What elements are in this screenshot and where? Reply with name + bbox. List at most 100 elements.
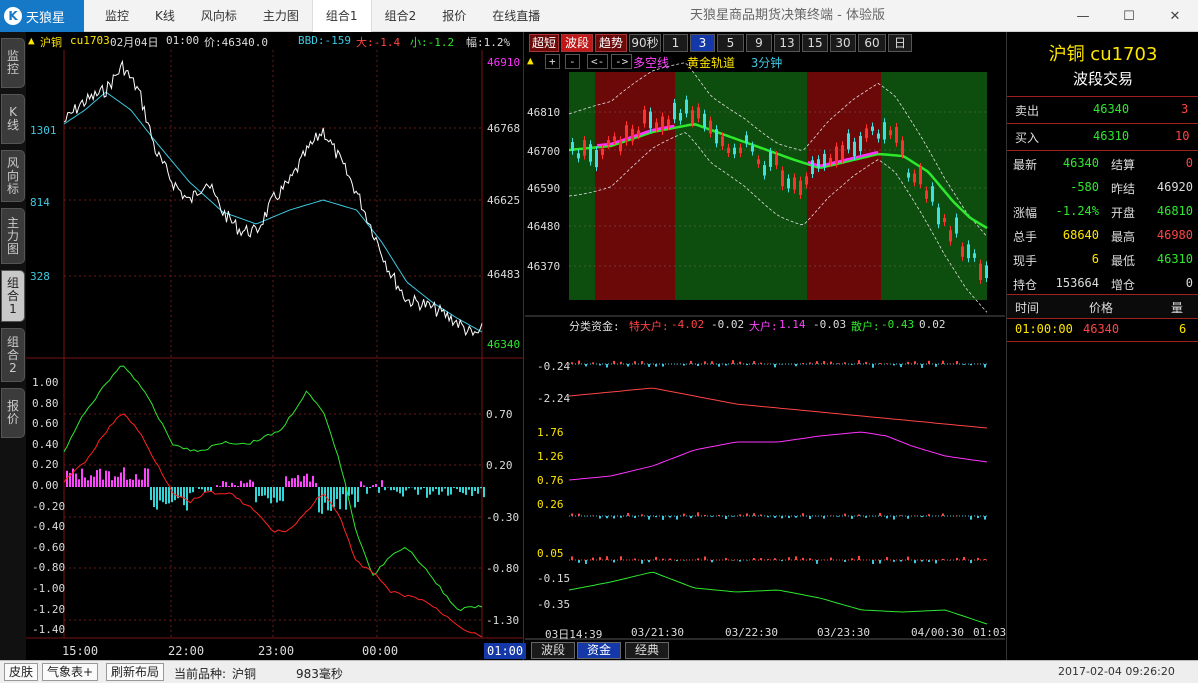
candle-body bbox=[979, 263, 982, 280]
refresh-layout-button[interactable]: 刷新布局 bbox=[106, 663, 165, 681]
histogram-bar bbox=[384, 487, 386, 491]
candle-body bbox=[967, 244, 970, 259]
bottom-tab-1[interactable]: 资金 bbox=[577, 642, 621, 659]
maximize-button[interactable]: ☐ bbox=[1106, 0, 1152, 32]
indicator-axis-left-label: -1.40 bbox=[32, 623, 66, 637]
close-button[interactable]: ✕ bbox=[1152, 0, 1198, 32]
histogram-bar bbox=[438, 487, 440, 495]
buy-row[interactable]: 买入 46310 10 bbox=[1007, 125, 1198, 149]
funds-flow-bar bbox=[809, 516, 811, 519]
funds-big-label: 大户: bbox=[749, 320, 778, 333]
quote-label: 涨幅 bbox=[1013, 206, 1038, 220]
funds-flow-bar bbox=[732, 360, 734, 364]
menu-item-7[interactable]: 在线直播 bbox=[479, 0, 553, 32]
histogram-bar bbox=[87, 480, 89, 487]
histogram-bar bbox=[330, 487, 332, 511]
funds-flow-bar bbox=[683, 513, 685, 516]
candle-body bbox=[769, 151, 772, 167]
trade-time: 01:00:00 bbox=[1015, 322, 1073, 336]
funds-flow-bar bbox=[830, 361, 832, 364]
menu-item-4[interactable]: 组合1 bbox=[311, 0, 372, 32]
menu-item-6[interactable]: 报价 bbox=[429, 0, 479, 32]
funds-flow-bar bbox=[697, 512, 699, 516]
histogram-bar bbox=[291, 478, 293, 487]
chart-control-0[interactable]: ▲ bbox=[527, 54, 534, 67]
left-tab-1[interactable]: K线 bbox=[1, 94, 25, 144]
histogram-bar bbox=[108, 471, 110, 487]
histogram-bar bbox=[264, 487, 266, 496]
left-tab-5[interactable]: 组合2 bbox=[1, 328, 25, 382]
quote-value: 46310 bbox=[1156, 252, 1193, 266]
histogram-bar bbox=[399, 487, 401, 494]
candle-body bbox=[925, 190, 928, 199]
histogram-bar bbox=[132, 479, 134, 487]
band-chart-svg[interactable] bbox=[525, 32, 1005, 660]
chart-instrument-name: 沪铜 bbox=[40, 36, 62, 49]
funds-flow-bar bbox=[928, 360, 930, 364]
funds-flow-bar bbox=[655, 364, 657, 367]
quote-label: 开盘 bbox=[1111, 206, 1136, 220]
funds-flow-bar bbox=[641, 361, 643, 364]
candle-body bbox=[895, 126, 898, 143]
app-logo[interactable]: K 天狼星 bbox=[0, 0, 84, 32]
chart-control-2[interactable]: - bbox=[565, 54, 580, 69]
divider bbox=[1007, 150, 1198, 151]
funds-flow-bar bbox=[711, 516, 713, 517]
histogram-bar bbox=[351, 487, 353, 495]
sell-price: 46340 bbox=[1093, 102, 1130, 116]
histogram-bar bbox=[285, 476, 287, 487]
funds-flow-bar bbox=[753, 361, 755, 364]
left-tab-3[interactable]: 主力图 bbox=[1, 208, 25, 264]
weather-button[interactable]: 气象表+ bbox=[42, 663, 99, 681]
buy-price: 46310 bbox=[1093, 129, 1130, 143]
minimize-button[interactable]: — bbox=[1060, 0, 1106, 32]
histogram-bar bbox=[189, 487, 191, 494]
funds-flow-bar bbox=[634, 558, 636, 560]
candle-body bbox=[667, 119, 670, 127]
left-tab-6[interactable]: 报价 bbox=[1, 388, 25, 438]
candle-body bbox=[973, 253, 976, 258]
funds-tbig-line bbox=[568, 387, 988, 429]
trade-row[interactable]: 01:00:00 46340 6 bbox=[1007, 318, 1198, 342]
candle-body bbox=[727, 147, 730, 154]
histogram-bar bbox=[414, 487, 416, 490]
left-tab-4[interactable]: 组合1 bbox=[1, 270, 25, 322]
legend-period: 3分钟 bbox=[751, 56, 783, 70]
bottom-tab-0[interactable]: 波段 bbox=[531, 642, 575, 659]
funds-flow-bar bbox=[634, 361, 636, 364]
menu-item-0[interactable]: 监控 bbox=[92, 0, 142, 32]
candle-body bbox=[703, 113, 706, 128]
menu-item-1[interactable]: K线 bbox=[142, 0, 188, 32]
histogram-bar bbox=[297, 475, 299, 487]
funds-flow-bar bbox=[900, 560, 902, 562]
divider bbox=[1007, 123, 1198, 124]
quote-value: -580 bbox=[1070, 180, 1099, 194]
intraday-chart-svg[interactable] bbox=[26, 32, 524, 660]
quote-label: 最新 bbox=[1013, 158, 1038, 172]
funds-flow-bar bbox=[858, 514, 860, 516]
funds-flow-bar bbox=[900, 515, 902, 516]
histogram-bar bbox=[294, 478, 296, 487]
funds-flow-bar bbox=[669, 558, 671, 560]
menu-item-5[interactable]: 组合2 bbox=[372, 0, 430, 32]
indicator-axis-left-label: -0.60 bbox=[32, 540, 66, 554]
menu-item-3[interactable]: 主力图 bbox=[250, 0, 312, 32]
histogram-bar bbox=[474, 487, 476, 491]
funds-flow-bar bbox=[795, 364, 797, 367]
chart-control-1[interactable]: + bbox=[545, 54, 560, 69]
skin-button[interactable]: 皮肤 bbox=[4, 663, 39, 681]
bottom-tab-2[interactable]: 经典 bbox=[625, 642, 669, 659]
chart-control-3[interactable]: <- bbox=[587, 54, 609, 69]
menu-item-2[interactable]: 风向标 bbox=[188, 0, 250, 32]
left-tab-2[interactable]: 风向标 bbox=[1, 150, 25, 202]
histogram-bar bbox=[450, 487, 452, 495]
funds-axis-label: 1.26 bbox=[537, 450, 564, 463]
chart-control-4[interactable]: -> bbox=[611, 54, 633, 69]
funds-flow-bar bbox=[711, 560, 713, 563]
sell-row[interactable]: 卖出 46340 3 bbox=[1007, 98, 1198, 122]
histogram-bar bbox=[81, 468, 83, 487]
candle-body bbox=[733, 147, 736, 155]
buy-vol: 10 bbox=[1175, 129, 1190, 143]
left-tab-0[interactable]: 监控 bbox=[1, 38, 25, 88]
funds-flow-bar bbox=[655, 556, 657, 560]
